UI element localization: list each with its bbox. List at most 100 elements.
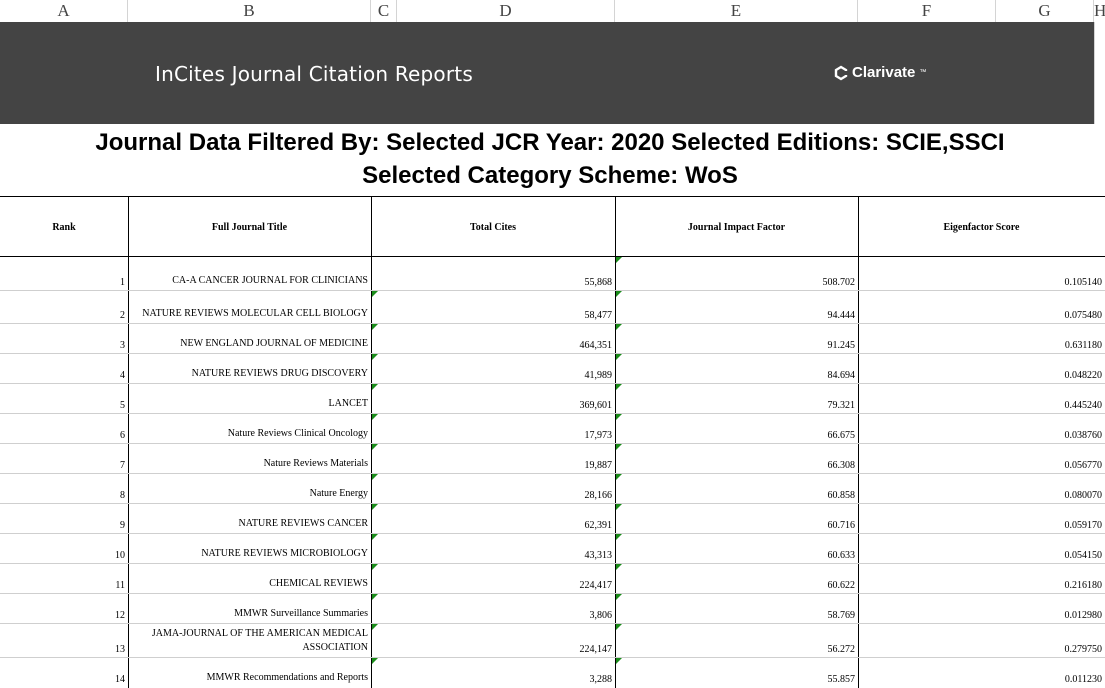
cell-rank[interactable]: 5 xyxy=(0,384,128,413)
cell-journal-title[interactable]: NATURE REVIEWS DRUG DISCOVERY xyxy=(128,354,371,383)
cell-eigenfactor[interactable]: 0.075480 xyxy=(858,291,1105,323)
cell-journal-title[interactable]: MMWR Surveillance Summaries xyxy=(128,594,371,623)
table-row[interactable]: 2 NATURE REVIEWS MOLECULAR CELL BIOLOGY … xyxy=(0,290,1105,323)
cell-total-cites[interactable]: 3,806 xyxy=(371,594,615,623)
cell-eigenfactor[interactable]: 0.054150 xyxy=(858,534,1105,563)
column-header-b[interactable]: B xyxy=(128,0,371,22)
cell-rank[interactable]: 9 xyxy=(0,504,128,533)
cell-eigenfactor[interactable]: 0.048220 xyxy=(858,354,1105,383)
banner-edge-cell xyxy=(1094,22,1105,124)
cell-eigenfactor[interactable]: 0.105140 xyxy=(858,257,1105,290)
header-total-cites[interactable]: Total Cites xyxy=(371,197,615,257)
cell-impact-factor[interactable]: 58.769 xyxy=(615,594,858,623)
cell-eigenfactor[interactable]: 0.279750 xyxy=(858,624,1105,657)
cell-total-cites[interactable]: 17,973 xyxy=(371,414,615,443)
column-header-a[interactable]: A xyxy=(0,0,128,22)
table-row[interactable]: 14 MMWR Recommendations and Reports 3,28… xyxy=(0,657,1105,687)
cell-impact-factor[interactable]: 94.444 xyxy=(615,291,858,323)
cell-impact-factor[interactable]: 60.622 xyxy=(615,564,858,593)
cell-eigenfactor[interactable]: 0.011230 xyxy=(858,658,1105,687)
cell-impact-factor[interactable]: 508.702 xyxy=(615,257,858,290)
cell-rank[interactable]: 4 xyxy=(0,354,128,383)
column-header-f[interactable]: F xyxy=(858,0,996,22)
cell-rank[interactable]: 13 xyxy=(0,624,128,657)
cell-eigenfactor[interactable]: 0.012980 xyxy=(858,594,1105,623)
cell-rank[interactable]: 11 xyxy=(0,564,128,593)
cell-rank[interactable]: 2 xyxy=(0,291,128,323)
cell-total-cites[interactable]: 58,477 xyxy=(371,291,615,323)
cell-total-cites[interactable]: 3,288 xyxy=(371,658,615,687)
cell-journal-title[interactable]: JAMA-JOURNAL OF THE AMERICAN MEDICAL ASS… xyxy=(128,624,371,657)
table-row[interactable]: 9 NATURE REVIEWS CANCER 62,391 60.716 0.… xyxy=(0,503,1105,533)
table-row[interactable]: 4 NATURE REVIEWS DRUG DISCOVERY 41,989 8… xyxy=(0,353,1105,383)
cell-impact-factor[interactable]: 60.633 xyxy=(615,534,858,563)
cell-rank[interactable]: 3 xyxy=(0,324,128,353)
cell-total-cites[interactable]: 41,989 xyxy=(371,354,615,383)
cell-rank[interactable]: 10 xyxy=(0,534,128,563)
header-impact-factor[interactable]: Journal Impact Factor xyxy=(615,197,858,257)
cell-rank[interactable]: 12 xyxy=(0,594,128,623)
table-row[interactable]: 5 LANCET 369,601 79.321 0.445240 xyxy=(0,383,1105,413)
cell-impact-factor[interactable]: 55.857 xyxy=(615,658,858,687)
cell-total-cites[interactable]: 43,313 xyxy=(371,534,615,563)
header-rank[interactable]: Rank xyxy=(0,197,128,257)
table-row[interactable]: 12 MMWR Surveillance Summaries 3,806 58.… xyxy=(0,593,1105,623)
column-header-g[interactable]: G xyxy=(996,0,1094,22)
column-header-c[interactable]: C xyxy=(371,0,397,22)
error-indicator-icon xyxy=(372,564,378,570)
cell-impact-factor[interactable]: 56.272 xyxy=(615,624,858,657)
cell-journal-title[interactable]: LANCET xyxy=(128,384,371,413)
header-eigenfactor[interactable]: Eigenfactor Score xyxy=(858,197,1105,257)
table-row[interactable]: 6 Nature Reviews Clinical Oncology 17,97… xyxy=(0,413,1105,443)
cell-rank[interactable]: 7 xyxy=(0,444,128,473)
cell-journal-title[interactable]: MMWR Recommendations and Reports xyxy=(128,658,371,687)
table-row[interactable]: 3 NEW ENGLAND JOURNAL OF MEDICINE 464,35… xyxy=(0,323,1105,353)
header-journal-title[interactable]: Full Journal Title xyxy=(128,197,371,257)
cell-eigenfactor[interactable]: 0.080070 xyxy=(858,474,1105,503)
column-header-h[interactable]: H xyxy=(1094,0,1105,22)
cell-journal-title[interactable]: Nature Reviews Materials xyxy=(128,444,371,473)
cell-journal-title[interactable]: NATURE REVIEWS MICROBIOLOGY xyxy=(128,534,371,563)
cell-journal-title[interactable]: NEW ENGLAND JOURNAL OF MEDICINE xyxy=(128,324,371,353)
table-row[interactable]: 8 Nature Energy 28,166 60.858 0.080070 xyxy=(0,473,1105,503)
cell-journal-title[interactable]: CA-A CANCER JOURNAL FOR CLINICIANS xyxy=(128,257,371,290)
cell-journal-title[interactable]: NATURE REVIEWS CANCER xyxy=(128,504,371,533)
cell-impact-factor[interactable]: 66.308 xyxy=(615,444,858,473)
cell-total-cites[interactable]: 464,351 xyxy=(371,324,615,353)
table-row[interactable]: 10 NATURE REVIEWS MICROBIOLOGY 43,313 60… xyxy=(0,533,1105,563)
cell-total-cites[interactable]: 55,868 xyxy=(371,257,615,290)
cell-eigenfactor[interactable]: 0.631180 xyxy=(858,324,1105,353)
cell-eigenfactor[interactable]: 0.038760 xyxy=(858,414,1105,443)
cell-rank[interactable]: 14 xyxy=(0,658,128,687)
table-row[interactable]: 11 CHEMICAL REVIEWS 224,417 60.622 0.216… xyxy=(0,563,1105,593)
cell-eigenfactor[interactable]: 0.445240 xyxy=(858,384,1105,413)
cell-total-cites[interactable]: 19,887 xyxy=(371,444,615,473)
cell-eigenfactor[interactable]: 0.059170 xyxy=(858,504,1105,533)
cell-journal-title[interactable]: Nature Energy xyxy=(128,474,371,503)
cell-impact-factor[interactable]: 91.245 xyxy=(615,324,858,353)
cell-impact-factor[interactable]: 79.321 xyxy=(615,384,858,413)
cell-eigenfactor[interactable]: 0.216180 xyxy=(858,564,1105,593)
cell-eigenfactor[interactable]: 0.056770 xyxy=(858,444,1105,473)
cell-total-cites[interactable]: 224,147 xyxy=(371,624,615,657)
cell-journal-title[interactable]: NATURE REVIEWS MOLECULAR CELL BIOLOGY xyxy=(128,291,371,323)
cell-total-cites[interactable]: 62,391 xyxy=(371,504,615,533)
column-header-d[interactable]: D xyxy=(397,0,615,22)
table-row[interactable]: 7 Nature Reviews Materials 19,887 66.308… xyxy=(0,443,1105,473)
cell-rank[interactable]: 6 xyxy=(0,414,128,443)
table-row[interactable]: 1 CA-A CANCER JOURNAL FOR CLINICIANS 55,… xyxy=(0,256,1105,290)
filter-title: Journal Data Filtered By: Selected JCR Y… xyxy=(0,126,1100,192)
table-row[interactable]: 13 JAMA-JOURNAL OF THE AMERICAN MEDICAL … xyxy=(0,623,1105,657)
cell-total-cites[interactable]: 369,601 xyxy=(371,384,615,413)
cell-rank[interactable]: 1 xyxy=(0,257,128,290)
cell-journal-title[interactable]: CHEMICAL REVIEWS xyxy=(128,564,371,593)
column-header-e[interactable]: E xyxy=(615,0,858,22)
cell-total-cites[interactable]: 28,166 xyxy=(371,474,615,503)
cell-impact-factor[interactable]: 60.716 xyxy=(615,504,858,533)
cell-impact-factor[interactable]: 84.694 xyxy=(615,354,858,383)
cell-rank[interactable]: 8 xyxy=(0,474,128,503)
cell-total-cites[interactable]: 224,417 xyxy=(371,564,615,593)
cell-journal-title[interactable]: Nature Reviews Clinical Oncology xyxy=(128,414,371,443)
cell-impact-factor[interactable]: 60.858 xyxy=(615,474,858,503)
cell-impact-factor[interactable]: 66.675 xyxy=(615,414,858,443)
